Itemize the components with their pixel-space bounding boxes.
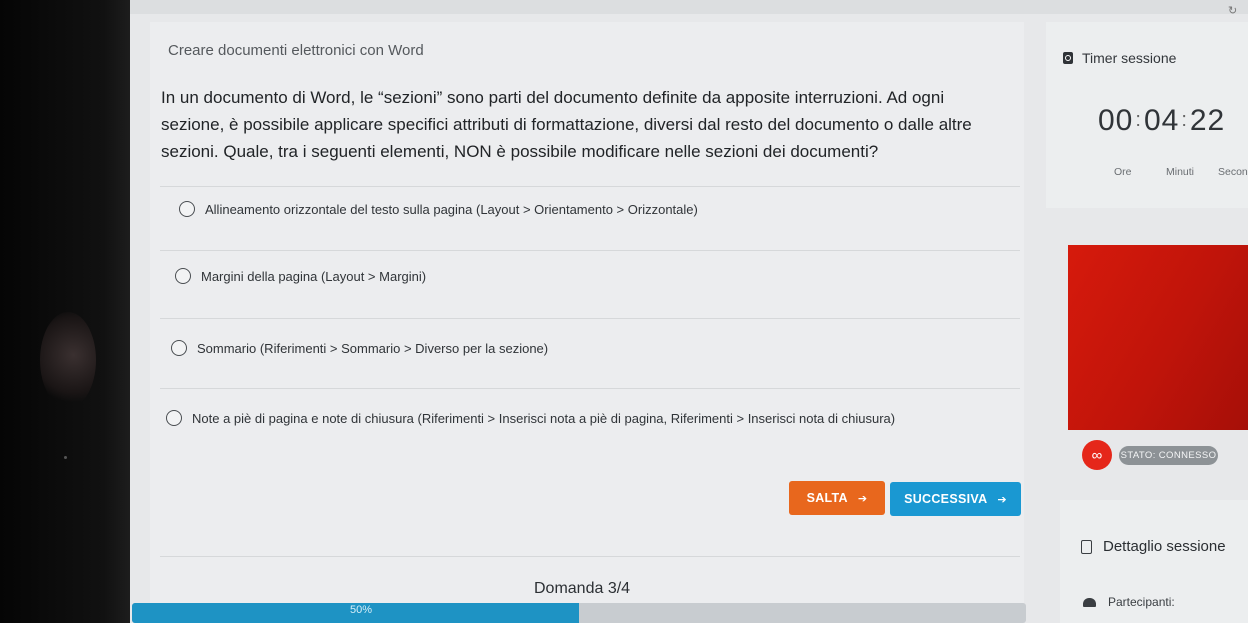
timer-hours: 00 <box>1098 104 1134 137</box>
participants-label: Partecipanti: <box>1108 595 1175 609</box>
divider <box>160 250 1020 251</box>
option-3[interactable]: Sommario (Riferimenti > Sommario > Diver… <box>171 340 548 356</box>
video-panel <box>1068 245 1248 430</box>
option-label: Note a piè di pagina e note di chiusura … <box>192 410 896 426</box>
top-strip <box>130 0 1248 14</box>
refresh-icon[interactable]: ↻ <box>1228 4 1237 17</box>
progress-percent: 50% <box>350 604 373 616</box>
divider <box>160 318 1020 319</box>
radio-button[interactable] <box>171 340 187 356</box>
bezel-dot <box>64 456 67 459</box>
link-icon[interactable]: ∞ <box>1082 440 1112 470</box>
arrow-right-icon: ➔ <box>857 492 868 505</box>
question-text: In un documento di Word, le “sezioni” so… <box>161 88 972 161</box>
option-label: Sommario (Riferimenti > Sommario > Diver… <box>197 340 549 356</box>
timer-minutes: 04 <box>1143 104 1180 137</box>
timer-title: Timer sessione <box>1063 50 1176 66</box>
radio-button[interactable] <box>175 268 191 284</box>
option-2[interactable]: Margini della pagina (Layout > Margini) <box>175 268 426 284</box>
arrow-right-icon: ➔ <box>997 493 1007 506</box>
timer-unit-seconds: Secondi <box>1218 166 1248 178</box>
timer-unit-hours: Ore <box>1114 166 1132 178</box>
option-4[interactable]: Note a piè di pagina e note di chiusura … <box>166 410 895 426</box>
skip-label: SALTA <box>806 491 848 505</box>
next-label: SUCCESSIVA <box>904 492 988 506</box>
timer-title-label: Timer sessione <box>1082 50 1177 66</box>
participants-row: Partecipanti: <box>1083 595 1175 609</box>
users-icon <box>1083 597 1096 607</box>
timer-unit-minutes: Minuti <box>1166 166 1195 178</box>
option-label: Allineamento orizzontale del testo sulla… <box>205 201 698 217</box>
next-button[interactable]: SUCCESSIVA ➔ <box>890 482 1021 516</box>
progress-bar <box>132 603 1026 623</box>
document-icon <box>1081 539 1092 554</box>
question-counter: Domanda 3/4 <box>534 580 631 597</box>
divider <box>160 186 1020 187</box>
course-title: Creare documenti elettronici con Word <box>168 42 424 59</box>
option-label: Margini della pagina (Layout > Margini) <box>201 268 427 284</box>
divider <box>160 556 1020 557</box>
timer-display: 00:04:22 <box>1098 104 1226 137</box>
session-detail-label: Dettaglio sessione <box>1103 538 1226 555</box>
radio-button[interactable] <box>179 201 195 217</box>
radio-button[interactable] <box>166 410 182 426</box>
session-detail-title[interactable]: Dettaglio sessione <box>1081 538 1226 555</box>
option-1[interactable]: Allineamento orizzontale del testo sulla… <box>179 201 698 217</box>
skip-button[interactable]: SALTA ➔ <box>789 481 885 515</box>
clock-icon <box>1063 52 1073 64</box>
screen-reflection <box>40 312 96 408</box>
divider <box>160 388 1020 389</box>
timer-seconds: 22 <box>1189 104 1226 137</box>
status-badge: STATO: CONNESSO <box>1119 446 1218 465</box>
